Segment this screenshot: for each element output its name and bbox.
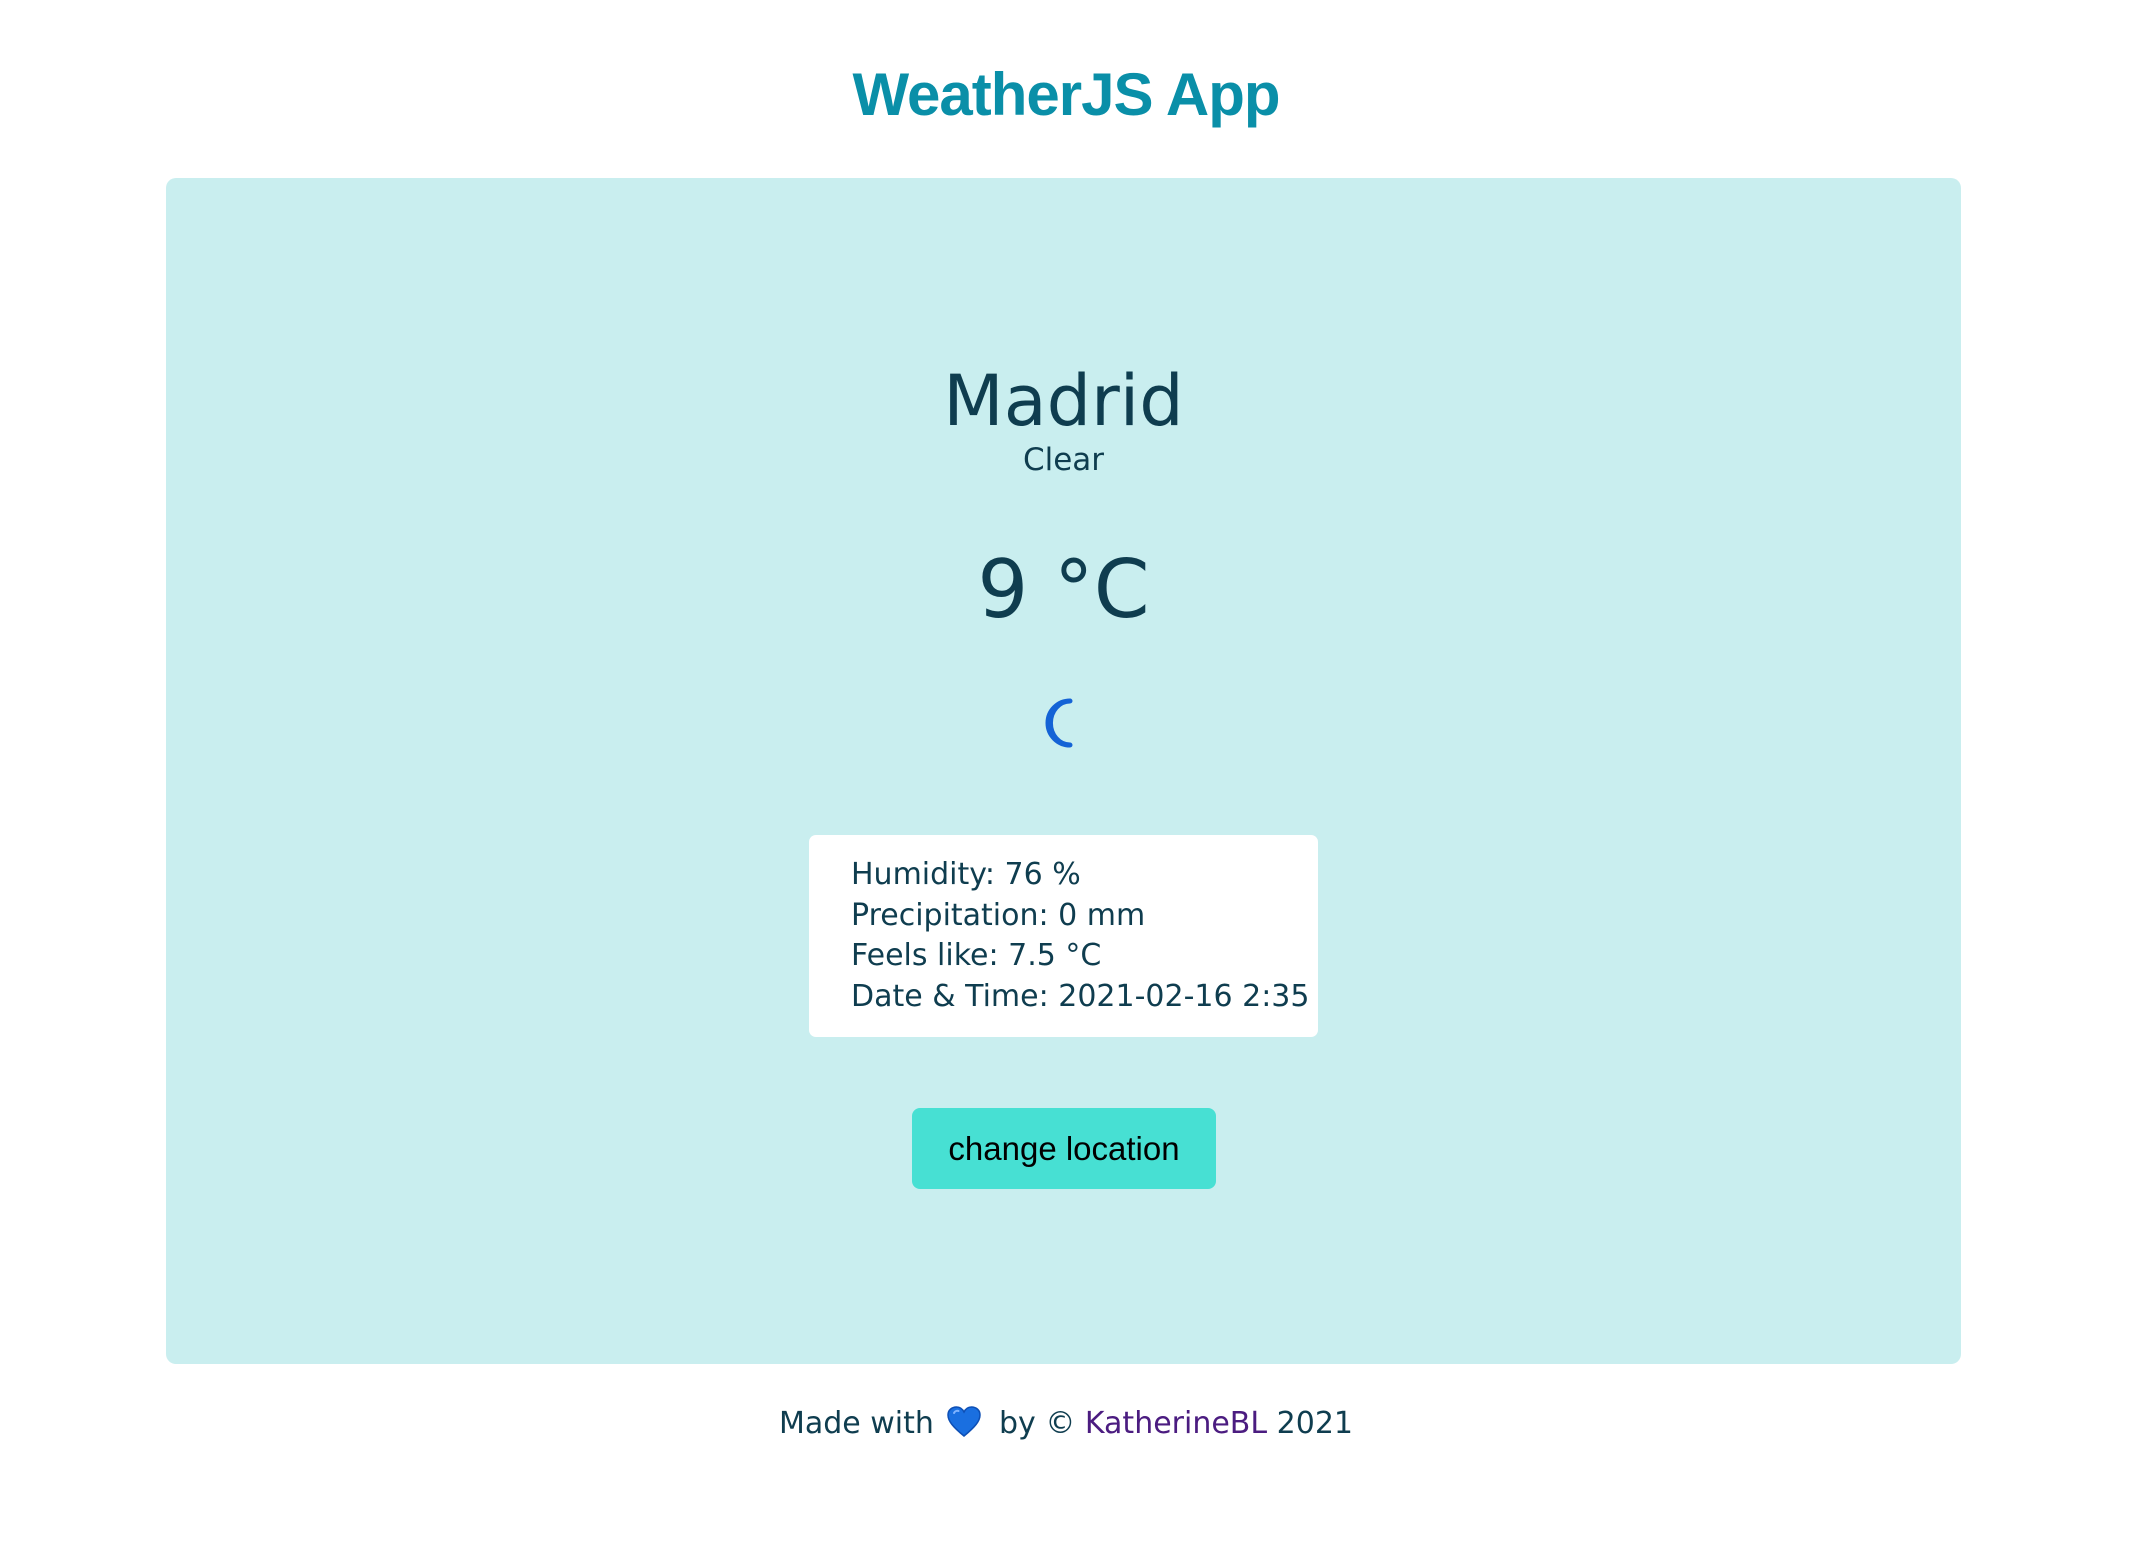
- temperature: 9 °C: [977, 543, 1150, 636]
- precipitation-detail: Precipitation: 0 mm: [851, 897, 1146, 933]
- humidity-detail: Humidity: 76 %: [851, 857, 1081, 892]
- weather-condition: Clear: [1022, 442, 1105, 478]
- date-time-detail: Date & Time: 2021-02-16 2:35: [851, 978, 1310, 1014]
- author-link[interactable]: KatherineBL: [1085, 1406, 1267, 1441]
- weather-details-box: Humidity: 76 % Precipitation: 0 mm Feels…: [809, 835, 1318, 1037]
- weather-card: Madrid Clear 9 °C Humidity: 76 % Precipi…: [166, 178, 1961, 1364]
- crescent-moon-icon: [1045, 698, 1073, 748]
- feels-like-detail: Feels like: 7.5 °C: [851, 938, 1102, 973]
- page: WeatherJS App Madrid Clear 9 °C Humidity…: [0, 0, 2132, 1556]
- footer-by: by ©: [999, 1406, 1076, 1441]
- app-title: WeatherJS App: [852, 61, 1280, 128]
- city-name: Madrid: [943, 360, 1184, 442]
- footer-made-with: Made with: [778, 1406, 934, 1441]
- footer-year: 2021: [1276, 1406, 1354, 1441]
- change-location-button[interactable]: change location: [912, 1108, 1216, 1189]
- blue-heart-icon: [947, 1406, 982, 1437]
- footer: Made with by © KatherineBL 2021: [0, 1402, 2132, 1446]
